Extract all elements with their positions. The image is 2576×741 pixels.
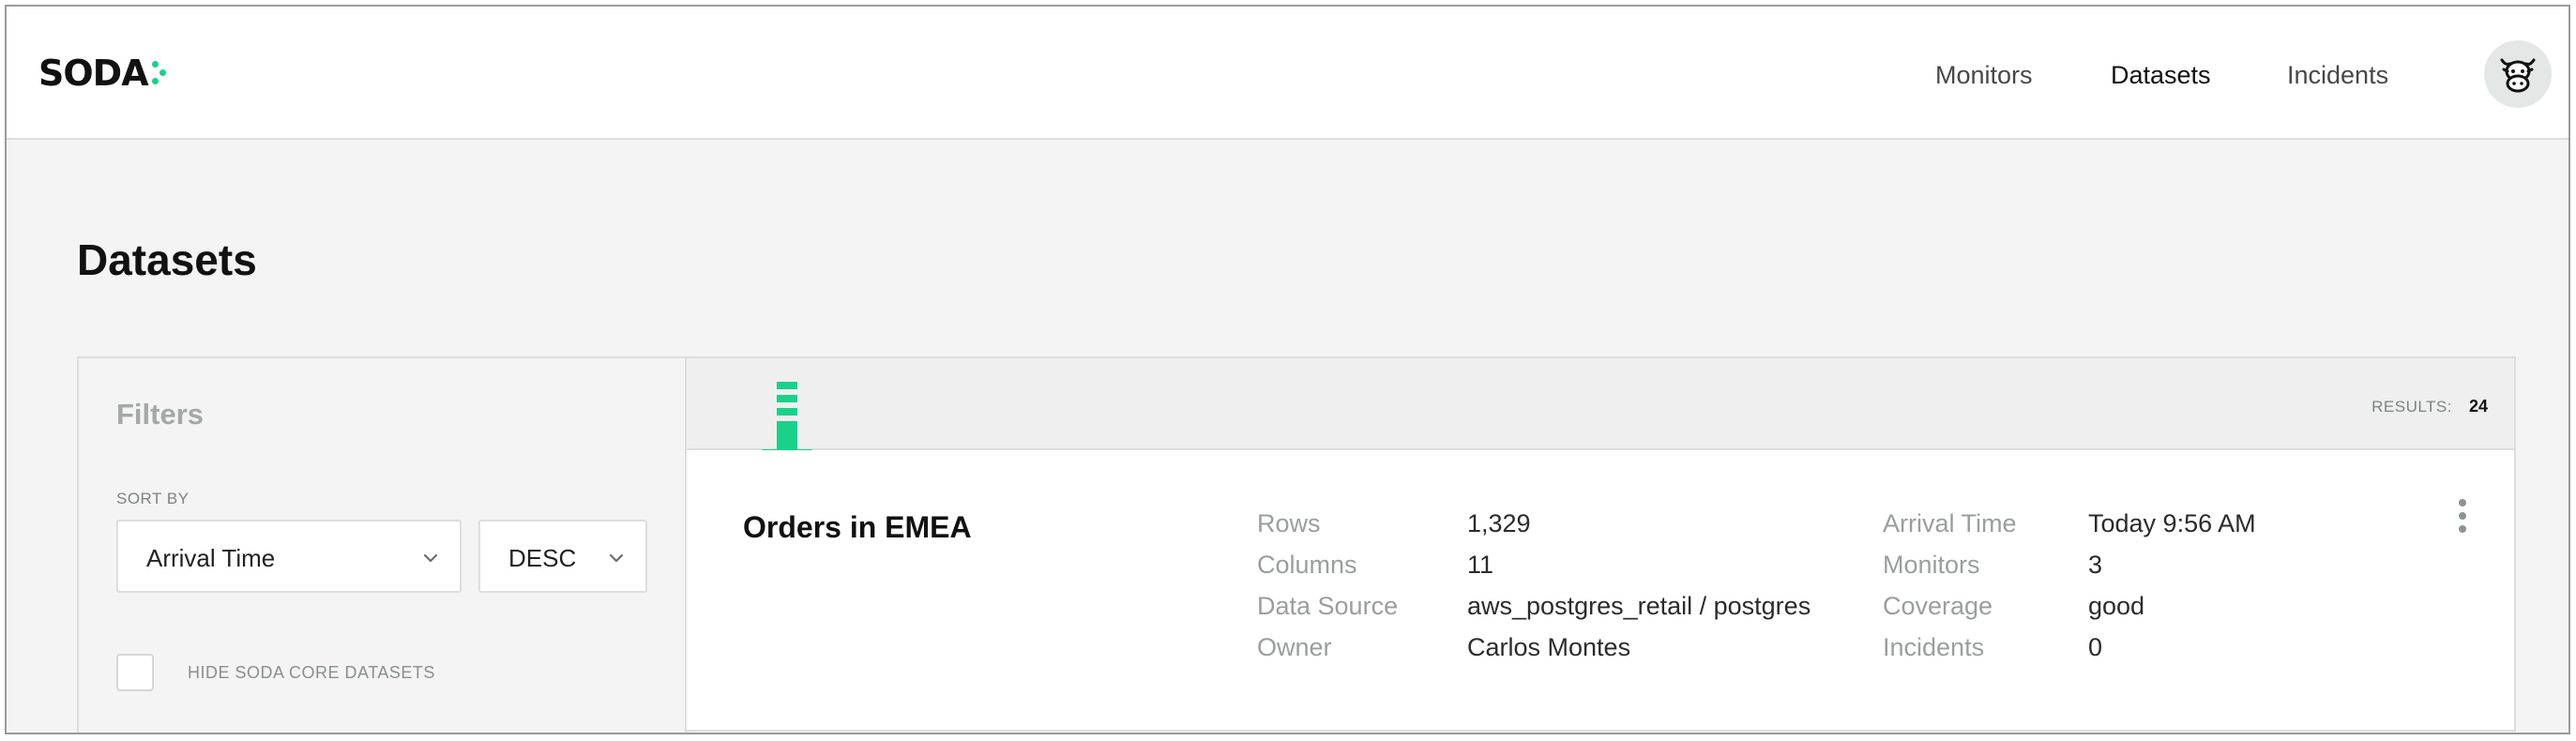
data-source-label: Data Source xyxy=(1257,592,1399,620)
nav-datasets[interactable]: Datasets xyxy=(2111,61,2211,90)
nav-monitors[interactable]: Monitors xyxy=(1935,61,2033,90)
avatar[interactable] xyxy=(2484,40,2552,108)
dataset-meta-labels-left: Rows Columns Data Source Owner xyxy=(1257,503,1398,668)
monitors-value: 3 xyxy=(2088,551,2103,579)
arrival-time-value: Today 9:56 AM xyxy=(2088,509,2256,537)
sort-order-value: DESC xyxy=(508,544,577,572)
monitors-label: Monitors xyxy=(1883,551,1980,579)
arrival-time-label: Arrival Time xyxy=(1883,509,2017,537)
cow-icon xyxy=(2500,58,2536,93)
chevron-down-icon xyxy=(423,553,438,563)
dataset-card[interactable]: Orders in EMEA Rows Columns Data Source … xyxy=(687,450,2516,732)
soda-logo[interactable]: SODA xyxy=(38,55,169,91)
incidents-value: 0 xyxy=(2088,633,2103,661)
sort-by-label: SORT BY xyxy=(116,490,189,507)
results-label: RESULTS: xyxy=(2371,398,2452,416)
owner-label: Owner xyxy=(1257,633,1332,661)
coverage-label: Coverage xyxy=(1883,592,1993,620)
logo-text: SODA xyxy=(38,53,149,94)
filters-panel: Filters SORT BY Arrival Time DESC HIDE S… xyxy=(77,356,687,733)
logo-dots-icon xyxy=(150,57,169,89)
app-window: SODA Monitors Datasets Incidents Dataset… xyxy=(5,5,2570,734)
sort-order-select[interactable]: DESC xyxy=(478,520,647,593)
dataset-name[interactable]: Orders in EMEA xyxy=(743,510,972,545)
sort-field-select[interactable]: Arrival Time xyxy=(116,520,462,593)
top-navigation: SODA Monitors Datasets Incidents xyxy=(7,7,2568,140)
columns-value: 11 xyxy=(1467,551,1494,579)
owner-value: Carlos Montes xyxy=(1467,633,1631,661)
hide-soda-core-label: HIDE SODA CORE DATASETS xyxy=(188,663,435,682)
nav-incidents[interactable]: Incidents xyxy=(2287,61,2388,90)
incidents-label: Incidents xyxy=(1883,633,1985,661)
more-options-icon[interactable] xyxy=(2456,499,2469,537)
chevron-down-icon xyxy=(609,553,624,563)
page-title: Datasets xyxy=(77,235,257,284)
dataset-meta-values-right: Today 9:56 AM 3 good 0 xyxy=(2088,503,2256,668)
dataset-meta-labels-right: Arrival Time Monitors Coverage Incidents xyxy=(1883,503,2017,668)
dataset-meta-values-left: 1,329 11 aws_postgres_retail / postgres … xyxy=(1467,503,1811,668)
hide-soda-core-checkbox[interactable] xyxy=(116,654,154,691)
rows-value: 1,329 xyxy=(1467,509,1531,537)
sort-field-value: Arrival Time xyxy=(146,544,276,572)
data-source-value: aws_postgres_retail / postgres xyxy=(1467,592,1811,620)
coverage-value: good xyxy=(2088,592,2145,620)
rows-label: Rows xyxy=(1257,509,1321,537)
results-count: 24 xyxy=(2468,397,2488,416)
columns-label: Columns xyxy=(1257,551,1357,579)
results-header: RESULTS: 24 xyxy=(687,356,2516,450)
filters-title: Filters xyxy=(116,398,205,431)
